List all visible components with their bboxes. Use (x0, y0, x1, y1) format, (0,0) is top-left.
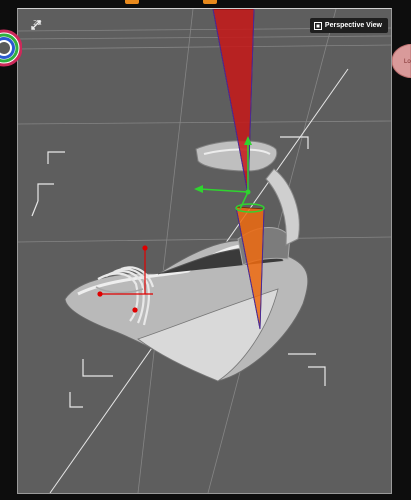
view-name-label: Perspective View (324, 22, 382, 29)
scene-canvas[interactable] (18, 9, 391, 493)
frame-counter: 22 (33, 19, 42, 27)
shoe-model[interactable] (64, 140, 309, 382)
top-tab-right[interactable] (203, 0, 217, 4)
nav-cube-label: Lo (404, 59, 411, 65)
perspective-viewport[interactable]: 22 Perspective View (17, 8, 392, 494)
view-selector-button[interactable]: Perspective View (309, 18, 388, 33)
color-wheel-icon[interactable] (0, 26, 22, 70)
view-camera-icon (313, 21, 322, 30)
top-tab-left[interactable] (125, 0, 139, 4)
